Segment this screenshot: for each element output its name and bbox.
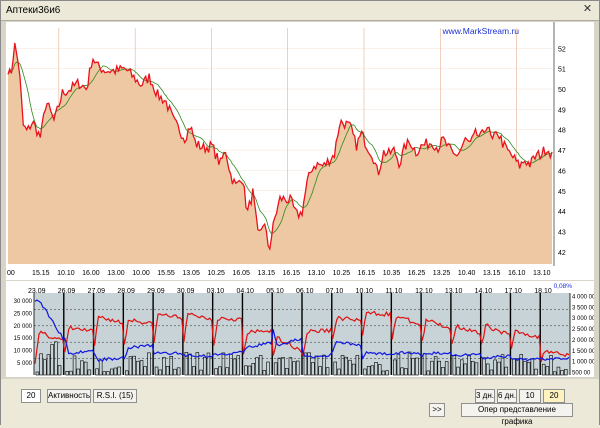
volume-x-tick-label: 27.09 bbox=[88, 288, 106, 295]
price-x-tick-label: 10.25 bbox=[207, 270, 225, 277]
nav-next-button[interactable]: >> bbox=[429, 403, 445, 417]
price-x-tick-label: 10.35 bbox=[383, 270, 401, 277]
period-3-days-button[interactable]: 3 дн. bbox=[475, 389, 495, 403]
price-x-tick-label: 00 bbox=[7, 270, 15, 277]
volume-right-tick-label: 1 000 00 bbox=[572, 360, 594, 366]
price-x-tick-label: 15.15 bbox=[32, 270, 50, 277]
volume-right-tick-label: 2 000 00 bbox=[572, 338, 594, 344]
price-x-tick-label: 16.15 bbox=[283, 270, 301, 277]
price-x-tick-label: 15.55 bbox=[157, 270, 175, 277]
volume-x-tick-label: 12.10 bbox=[415, 288, 433, 295]
price-x-tick-label: 13.25 bbox=[433, 270, 451, 277]
volume-x-tick-label: 18.10 bbox=[534, 288, 552, 295]
volume-x-tick-label: 10.10 bbox=[356, 288, 374, 295]
volume-x-tick-label: 07.10 bbox=[326, 288, 344, 295]
volume-x-tick-label: 29.09 bbox=[147, 288, 165, 295]
price-x-tick-label: 13.00 bbox=[107, 270, 125, 277]
price-x-tick-label: 10.10 bbox=[57, 270, 75, 277]
price-x-tick-label: 16.15 bbox=[358, 270, 376, 277]
period-6-days-button[interactable]: 6 дн. bbox=[497, 389, 517, 403]
price-x-tick-label: 16.10 bbox=[508, 270, 526, 277]
volume-x-tick-label: 04.10 bbox=[236, 288, 254, 295]
period-input[interactable]: 20 bbox=[21, 389, 41, 403]
volume-left-tick-label: 20 000 bbox=[14, 324, 33, 330]
volume-left-tick-label: 10 000 bbox=[14, 349, 33, 355]
price-y-tick-label: 46 bbox=[558, 168, 566, 175]
price-y-tick-label: 48 bbox=[558, 128, 566, 135]
volume-left-tick-label: 25 000 bbox=[14, 311, 33, 317]
price-y-tick-label: 50 bbox=[558, 87, 566, 94]
volume-x-tick-label: 28.09 bbox=[117, 288, 135, 295]
price-chart: www.MarkStream.ru 52 51 50 49 48 47 46 45 44 43 42… bbox=[6, 22, 594, 280]
price-x-tick-label: 13.15 bbox=[483, 270, 501, 277]
volume-x-tick-label: 06.10 bbox=[296, 288, 314, 295]
price-x-tick-label: 16.25 bbox=[408, 270, 426, 277]
period-20-days-button[interactable]: 20 дн. bbox=[543, 389, 565, 412]
volume-right-tick-label: 3 500 00 bbox=[572, 305, 594, 311]
volume-right-tick-label: 1 500 00 bbox=[572, 349, 594, 355]
volume-chart: 0,08% 23.09 26.09 27.09 28.09 29.09 30.09 03.1… bbox=[6, 281, 594, 377]
price-x-tick-label: 13.15 bbox=[257, 270, 275, 277]
volume-right-tick-label: 2 500 00 bbox=[572, 327, 594, 333]
volume-percent-label: 0,08% bbox=[554, 283, 573, 290]
rsi-button[interactable]: R.S.I. (15) bbox=[93, 389, 137, 403]
price-y-tick-label: 42 bbox=[558, 250, 566, 257]
price-x-tick-label: 10.40 bbox=[458, 270, 476, 277]
bottom-toolbar: 20 Активность R.S.I. (15) >> 3 дн. 6 дн.… bbox=[1, 379, 599, 426]
volume-x-tick-label: 23.09 bbox=[28, 288, 46, 295]
price-x-tick-label: 13.05 bbox=[182, 270, 200, 277]
volume-left-tick-label: 30 000 bbox=[14, 299, 33, 305]
volume-right-tick-label: 3 000 00 bbox=[572, 316, 594, 322]
price-y-tick-label: 51 bbox=[558, 67, 566, 74]
title-bar[interactable]: Аптеки36и6 ✕ bbox=[1, 1, 599, 21]
volume-left-tick-label: 5 000 bbox=[17, 361, 33, 367]
activity-button[interactable]: Активность bbox=[47, 389, 91, 403]
volume-right-tick-label: 500 00 bbox=[572, 371, 591, 377]
volume-x-tick-label: 30.09 bbox=[177, 288, 195, 295]
price-y-tick-label: 44 bbox=[558, 209, 566, 216]
price-y-tick-label: 49 bbox=[558, 107, 566, 114]
price-y-tick-label: 43 bbox=[558, 229, 566, 236]
volume-x-tick-label: 03.10 bbox=[207, 288, 225, 295]
chart-window: Аптеки36и6 ✕ www.MarkStream.ru 52 51 50 49 4… bbox=[0, 0, 600, 426]
price-x-tick-label: 16.00 bbox=[82, 270, 100, 277]
price-x-tick-label: 16.05 bbox=[232, 270, 250, 277]
volume-x-tick-label: 05.10 bbox=[266, 288, 284, 295]
watermark: www.MarkStream.ru bbox=[441, 26, 519, 36]
price-y-tick-label: 45 bbox=[558, 189, 566, 196]
price-y-tick-label: 52 bbox=[558, 46, 566, 53]
volume-right-tick-label: 4 000 00 bbox=[572, 295, 594, 301]
volume-x-tick-label: 13.10 bbox=[445, 288, 463, 295]
volume-x-tick-label: 11.10 bbox=[385, 288, 402, 295]
volume-left-tick-label: 15 000 bbox=[14, 336, 33, 342]
price-x-tick-label: 13.10 bbox=[533, 270, 551, 277]
volume-x-tick-label: 17.10 bbox=[504, 288, 522, 295]
period-10-days-button[interactable]: 10 дн. bbox=[519, 389, 541, 412]
price-y-tick-label: 47 bbox=[558, 148, 566, 155]
volume-x-tick-label: 26.09 bbox=[58, 288, 76, 295]
price-x-tick-label: 13.10 bbox=[308, 270, 326, 277]
volume-x-tick-label: 14.10 bbox=[475, 288, 493, 295]
price-x-tick-label: 10.00 bbox=[132, 270, 150, 277]
chart-options-button[interactable]: Опер представление графика bbox=[461, 403, 573, 426]
window-title: Аптеки36и6 bbox=[6, 5, 61, 16]
close-icon[interactable]: ✕ bbox=[582, 4, 593, 15]
price-x-tick-label: 10.25 bbox=[333, 270, 351, 277]
